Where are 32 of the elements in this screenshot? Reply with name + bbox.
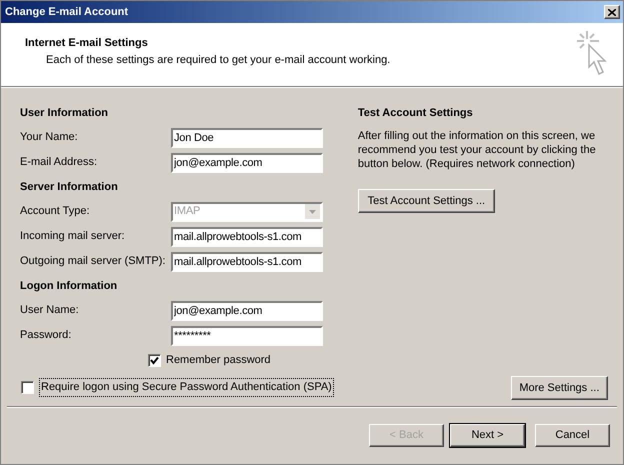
more-settings-button[interactable]: More Settings ... <box>510 376 608 400</box>
field-label: User Name: <box>20 303 80 318</box>
field-label: Outgoing mail server (SMTP): <box>20 254 166 270</box>
test-account-settings-button[interactable]: Test Account Settings ... <box>358 189 495 213</box>
test-description: After filling out the information on this screen, we recommend you test your account by clicking the button below. (Requires network connection) <box>358 129 597 171</box>
checkbox[interactable] <box>21 380 34 394</box>
checkmark-icon <box>150 356 159 364</box>
section-heading: Logon Information <box>20 279 118 294</box>
header-title: Internet E-mail Settings <box>25 36 149 51</box>
window-title: Change E-mail Account <box>5 4 128 20</box>
checkbox-label: Require logon using Secure Password Authentication (SPA) <box>39 378 334 396</box>
wizard-button[interactable]: Next > <box>450 424 525 446</box>
checkbox-label: Remember password <box>166 352 271 368</box>
header-subtitle: Each of these settings are required to get your e-mail account working. <box>45 52 390 68</box>
text-field[interactable]: jon@example.com <box>171 152 323 172</box>
section-heading: Server Information <box>20 180 119 195</box>
text-field[interactable]: jon@example.com <box>171 300 323 320</box>
wizard-button[interactable]: Cancel <box>535 424 610 446</box>
field-label: E-mail Address: <box>20 155 98 170</box>
close-button[interactable] <box>604 5 620 19</box>
password-field[interactable]: ********* <box>171 326 323 346</box>
section-heading: User Information <box>20 106 110 121</box>
section-heading: Test Account Settings <box>358 106 474 121</box>
text-field[interactable]: Jon Doe <box>171 128 323 148</box>
text-field[interactable]: mail.allprowebtools-s1.com <box>171 252 323 272</box>
text-field[interactable]: mail.allprowebtools-s1.com <box>171 226 323 246</box>
field-label: Your Name: <box>20 130 79 146</box>
field-label: Account Type: <box>20 204 91 220</box>
field-label: Incoming mail server: <box>20 229 126 244</box>
close-icon <box>608 8 616 16</box>
checkbox[interactable] <box>148 354 161 366</box>
field-label: Password: <box>20 328 72 344</box>
